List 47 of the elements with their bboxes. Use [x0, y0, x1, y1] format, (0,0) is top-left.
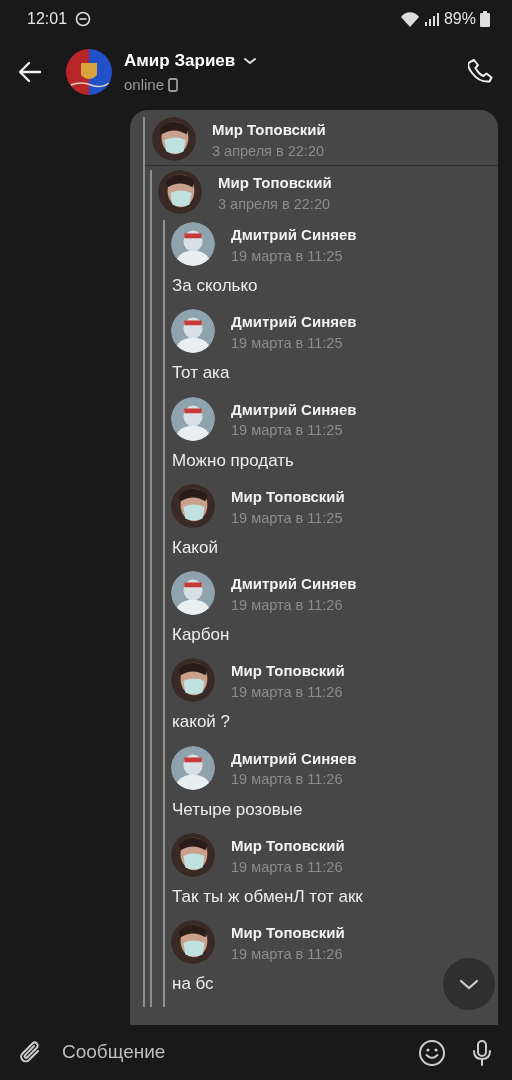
chevron-down-icon[interactable]	[243, 55, 258, 66]
phone-icon[interactable]	[468, 58, 496, 86]
do-not-disturb-icon	[75, 11, 92, 27]
message-text: на бс	[171, 973, 214, 995]
message-date: 19 марта в 11:26	[231, 770, 344, 789]
author-name[interactable]: Мир Топовский	[231, 487, 345, 507]
author-name[interactable]: Дмитрий Синяев	[231, 400, 357, 420]
battery-level: 89%	[443, 9, 476, 29]
author-name[interactable]: Дмитрий Синяев	[231, 575, 357, 594]
back-arrow-icon[interactable]	[18, 60, 42, 85]
chevron-down-icon[interactable]	[459, 979, 479, 991]
message-input[interactable]: Сообщение	[60, 1037, 418, 1068]
status-time: 12:01	[27, 9, 68, 29]
message-text: Можно продать	[171, 449, 294, 472]
message-date: 19 марта в 11:25	[231, 334, 344, 353]
author-name[interactable]: Мир Топовский	[231, 836, 345, 856]
author-name[interactable]: Мир Топовский	[218, 174, 332, 193]
message-text: За сколько	[171, 275, 258, 297]
message-date: 19 марта в 11:25	[231, 246, 344, 265]
battery-icon	[480, 11, 490, 27]
message-text: Какой	[171, 536, 218, 559]
contact-status: online	[124, 74, 165, 95]
author-name[interactable]: Дмитрий Синяев	[231, 313, 357, 332]
author-name[interactable]: Мир Топовский	[212, 121, 326, 140]
message-date: 19 марта в 11:26	[231, 944, 344, 963]
message-text: Карбон	[171, 624, 230, 646]
message-date: 19 марта в 11:26	[231, 857, 344, 876]
phone-device-icon	[168, 77, 179, 92]
message-text: какой ?	[171, 711, 231, 734]
message-text: Так ты ж обменЛ тот акк	[171, 885, 363, 908]
message-date: 3 апреля в 22:20	[218, 194, 331, 213]
microphone-icon[interactable]	[470, 1038, 494, 1067]
author-name[interactable]: Мир Топовский	[231, 662, 345, 681]
message-date: 19 марта в 11:26	[231, 595, 344, 614]
signal-icon	[423, 12, 440, 26]
message-date: 19 марта в 11:25	[231, 421, 344, 440]
wifi-icon	[399, 11, 420, 27]
author-name[interactable]: Мир Топовский	[231, 924, 345, 943]
smiley-icon[interactable]	[418, 1038, 446, 1067]
message-text: Четыре розовые	[171, 798, 303, 821]
author-name[interactable]: Дмитрий Синяев	[231, 749, 357, 769]
author-name[interactable]: Дмитрий Синяев	[231, 226, 357, 245]
contact-name[interactable]: Амир Зариев	[124, 48, 236, 74]
message-date: 19 марта в 11:26	[231, 683, 344, 702]
message-date: 3 апреля в 22:20	[212, 141, 325, 160]
message-date: 19 марта в 11:25	[231, 508, 344, 527]
message-text: Тот ака	[171, 362, 230, 385]
